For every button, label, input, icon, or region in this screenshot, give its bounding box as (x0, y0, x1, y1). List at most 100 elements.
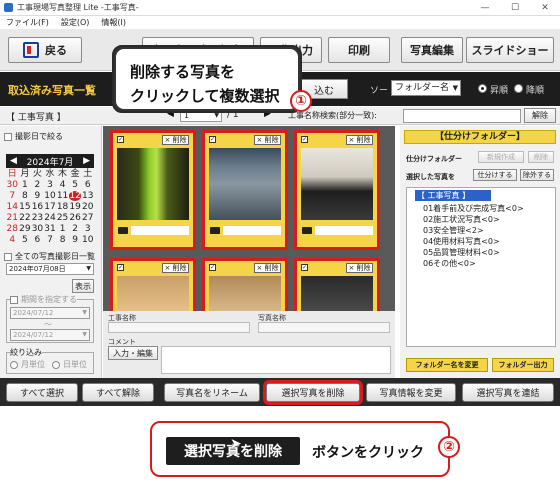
rename-photos-button[interactable]: 写真名をリネーム (164, 383, 260, 402)
calendar-day[interactable]: 13 (81, 191, 94, 201)
tree-item[interactable]: 05品質管理材料<0> (423, 247, 500, 258)
print-button[interactable]: 印刷 (328, 37, 390, 63)
calendar-day[interactable]: 7 (6, 191, 19, 201)
tree-root[interactable]: 【 工事写真 】<16> (415, 190, 491, 211)
calendar-day[interactable]: 2 (31, 180, 44, 190)
calendar-day[interactable]: 14 (6, 202, 19, 212)
calendar-day[interactable]: 15 (19, 202, 32, 212)
exclude-button[interactable]: 除外する (520, 169, 554, 181)
project-search-input[interactable] (403, 109, 521, 123)
calendar-day[interactable]: 24 (44, 213, 57, 223)
daily-radio[interactable] (52, 360, 60, 369)
slideshow-button[interactable]: スライドショー (466, 37, 554, 63)
tree-item[interactable]: 01着手前及び完成写真<0> (423, 203, 524, 214)
desc-radio[interactable] (514, 84, 523, 93)
calendar-day[interactable]: 21 (6, 213, 19, 223)
calendar-day[interactable]: 20 (81, 202, 94, 212)
calendar-day[interactable]: 16 (31, 202, 44, 212)
photo-card[interactable]: ✓ × 削除 (110, 258, 196, 311)
calendar-day[interactable]: 6 (81, 180, 94, 190)
photo-checkbox[interactable]: ✓ (117, 136, 124, 143)
calendar-day[interactable]: 27 (81, 213, 94, 223)
calendar-day[interactable]: 26 (69, 213, 82, 223)
photo-checkbox[interactable]: ✓ (301, 136, 308, 143)
calendar-day[interactable]: 4 (56, 180, 69, 190)
deselect-all-button[interactable]: すべて解除 (82, 383, 154, 402)
calendar-day[interactable]: 3 (81, 224, 94, 234)
calendar-day[interactable]: 5 (19, 235, 32, 245)
calendar-day[interactable]: 1 (19, 180, 32, 190)
filter-by-date[interactable]: 撮影日で絞る (4, 131, 63, 142)
delete-photo-button[interactable]: × 削除 (346, 135, 373, 145)
delete-selected-button[interactable]: 選択写真を削除 (263, 380, 363, 405)
photo-card[interactable]: ✓ × 削除 (294, 130, 380, 250)
photo-edit-button[interactable]: 写真編集 (401, 37, 463, 63)
rename-folder-button[interactable]: フォルダー名を変更 (406, 358, 488, 372)
calendar-day[interactable]: 31 (44, 224, 57, 234)
delete-photo-button[interactable]: × 削除 (254, 135, 281, 145)
calendar-day[interactable]: 28 (6, 224, 19, 234)
calendar-day[interactable]: 9 (31, 191, 44, 201)
close-button[interactable]: ✕ (530, 0, 560, 16)
calendar-day[interactable]: 9 (69, 235, 82, 245)
calendar-day[interactable]: 30 (31, 224, 44, 234)
calendar-day[interactable]: 25 (56, 213, 69, 223)
delete-photo-button[interactable]: × 削除 (346, 263, 373, 273)
photo-card[interactable]: ✓ × 削除 (294, 258, 380, 311)
daily-option[interactable]: 日単位 (52, 359, 87, 370)
tree-item[interactable]: 03安全管理<2> (423, 225, 484, 236)
photo-card[interactable]: ✓ × 削除 (202, 258, 288, 311)
date-select[interactable]: 2024年07月08日 (6, 263, 94, 275)
period-option[interactable]: 期間を指定する (10, 294, 77, 305)
period-to-select[interactable]: 2024/07/12 (10, 329, 90, 341)
calendar-day[interactable]: 2 (69, 224, 82, 234)
calendar-day[interactable]: 7 (44, 235, 57, 245)
calendar-day[interactable]: 1 (56, 224, 69, 234)
calendar-next-icon[interactable]: ▶ (83, 156, 90, 166)
calendar-prev-icon[interactable]: ◀ (10, 156, 17, 166)
photo-checkbox[interactable]: ✓ (117, 264, 124, 271)
all-dates-option[interactable]: 全ての写真撮影日一覧 (4, 251, 95, 262)
calendar-day[interactable]: 22 (19, 213, 32, 223)
menu-info[interactable]: 情報(I) (101, 17, 126, 28)
monthly-radio[interactable] (10, 360, 18, 369)
photo-card[interactable]: ✓ × 削除 (202, 130, 288, 250)
monthly-option[interactable]: 月単位 (10, 359, 45, 370)
folder-output-button[interactable]: フォルダー出力 (492, 358, 554, 372)
calendar-day[interactable]: 6 (31, 235, 44, 245)
calendar-day[interactable]: 17 (44, 202, 57, 212)
calendar-day[interactable]: 4 (6, 235, 19, 245)
calendar-day[interactable]: 8 (56, 235, 69, 245)
delete-photo-button[interactable]: × 削除 (162, 135, 189, 145)
photo-card[interactable]: ✓ × 削除 (110, 130, 196, 250)
change-info-button[interactable]: 写真情報を変更 (366, 383, 456, 402)
delete-photo-button[interactable]: × 削除 (254, 263, 281, 273)
calendar-day[interactable]: 19 (69, 202, 82, 212)
calendar-day[interactable]: 12 (68, 191, 82, 201)
photo-checkbox[interactable]: ✓ (301, 264, 308, 271)
all-dates-checkbox[interactable] (4, 252, 12, 261)
period-from-select[interactable]: 2024/07/12 (10, 307, 90, 319)
show-button[interactable]: 表示 (72, 279, 94, 293)
calendar-day[interactable]: 11 (56, 191, 69, 201)
filter-by-date-checkbox[interactable] (4, 132, 12, 141)
connect-photos-button[interactable]: 選択写真を連結 (462, 383, 554, 402)
calendar-day[interactable]: 18 (56, 202, 69, 212)
edit-comment-button[interactable]: 入力・編集 (108, 346, 158, 360)
calendar-day[interactable]: 5 (69, 180, 82, 190)
calendar-day[interactable]: 3 (44, 180, 57, 190)
asc-radio[interactable] (478, 84, 487, 93)
delete-photo-button[interactable]: × 削除 (162, 263, 189, 273)
sort-in-button[interactable]: 仕分けする (473, 169, 517, 181)
calendar-day[interactable]: 8 (19, 191, 32, 201)
tree-item[interactable]: 04使用材料写真<0> (423, 236, 500, 247)
calendar-day[interactable]: 23 (31, 213, 44, 223)
tree-item[interactable]: 06その他<0> (423, 258, 476, 269)
menu-file[interactable]: ファイル(F) (6, 17, 49, 28)
clear-search-button[interactable]: 解除 (524, 108, 556, 123)
calendar-day[interactable]: 10 (81, 235, 94, 245)
calendar-day[interactable]: 29 (19, 224, 32, 234)
photo-checkbox[interactable]: ✓ (209, 264, 216, 271)
period-checkbox[interactable] (10, 295, 18, 304)
calendar-day[interactable]: 10 (44, 191, 57, 201)
